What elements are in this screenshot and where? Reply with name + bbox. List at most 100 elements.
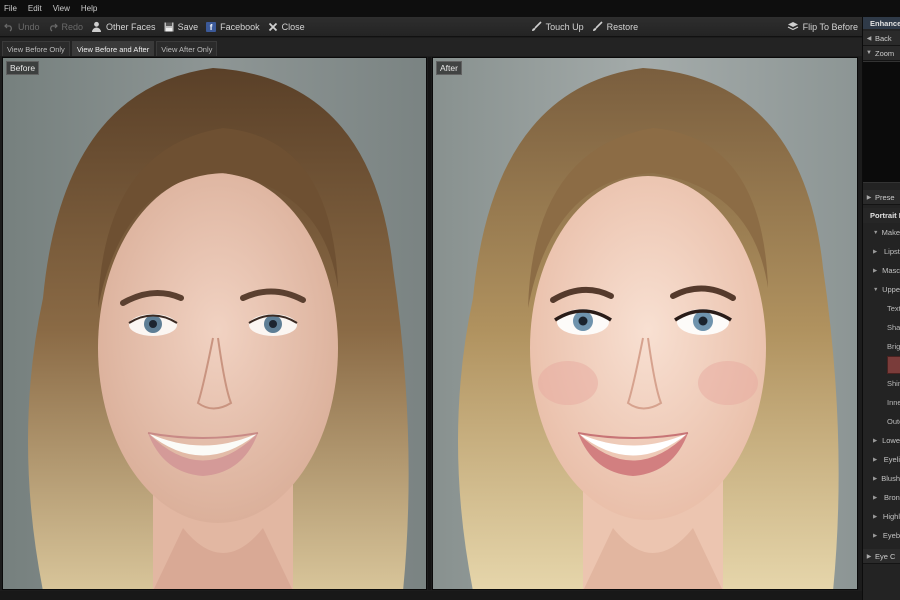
- zoom-label: Zoom: [875, 48, 895, 58]
- expand-down-icon-3: ▼: [873, 286, 879, 293]
- sidebar-item-eyeliner[interactable]: ▶ Eyeli: [863, 450, 900, 469]
- redo-button[interactable]: Redo: [44, 17, 88, 37]
- back-button[interactable]: ◀ Back: [863, 31, 900, 46]
- expand-right-icon: ▶: [866, 194, 872, 201]
- tab-before-and-after[interactable]: View Before and After: [71, 41, 155, 56]
- zoom-section-toggle[interactable]: ▼ Zoom: [863, 46, 900, 61]
- sidebar-sub-brightness[interactable]: Brigh: [863, 337, 900, 356]
- makeup-label: Make: [881, 228, 900, 237]
- after-photo-panel[interactable]: After: [432, 57, 858, 590]
- redo-label: Redo: [61, 21, 84, 32]
- sidebar-sub-inner[interactable]: Inne: [863, 393, 900, 412]
- presets-section-toggle[interactable]: ▶ Prese: [863, 190, 900, 205]
- expand-right-icon-3: ▶: [873, 437, 878, 444]
- flip-label: Flip To Before: [802, 21, 858, 32]
- sidebar-item-highlight[interactable]: ▶ Highl: [863, 507, 900, 526]
- tab-before-only[interactable]: View Before Only: [2, 41, 70, 56]
- redo-icon: [49, 23, 58, 31]
- before-label: Before: [6, 61, 40, 75]
- menu-help[interactable]: Help: [81, 4, 97, 13]
- sidebar-item-label: Highl: [882, 512, 900, 521]
- sidebar-item-label: Eyeb: [882, 531, 900, 540]
- facebook-icon: f: [206, 21, 217, 32]
- floppy-icon: [164, 22, 174, 31]
- sidebar-item-label: Uppe: [882, 285, 900, 294]
- toolbar: Undo Redo Other Faces Save f Facebook Cl…: [0, 17, 862, 37]
- close-label: Close: [281, 21, 305, 32]
- panel-divider[interactable]: [428, 57, 431, 590]
- sidebar-sub-shape[interactable]: Shap: [863, 318, 900, 337]
- sidebar-item-mascara[interactable]: ▶ Masc: [863, 261, 900, 280]
- undo-label: Undo: [18, 21, 40, 32]
- after-portrait-image: [433, 58, 857, 589]
- enhance-header: Enhance: [863, 17, 900, 29]
- app-window: File Edit View Help Undo Redo Other Face…: [0, 0, 900, 600]
- tab-after-only[interactable]: View After Only: [156, 41, 218, 56]
- close-button[interactable]: Close: [264, 17, 309, 37]
- sidebar-item-eyebrow[interactable]: ▶ Eyeb: [863, 526, 900, 545]
- restore-brush-icon: [592, 21, 603, 31]
- status-strip: [0, 591, 862, 600]
- right-sidebar: Enhance ◀ Back ▼ Zoom ▶ Prese Portrait I…: [862, 17, 900, 600]
- sidebar-sub-outer[interactable]: Oute: [863, 412, 900, 431]
- facebook-label: Facebook: [220, 21, 260, 32]
- touch-up-label: Touch Up: [545, 21, 584, 32]
- expand-right-icon-2: ▶: [873, 267, 878, 274]
- restore-button[interactable]: Restore: [588, 17, 643, 37]
- sidebar-item-blush[interactable]: ▶ Blush: [863, 469, 900, 488]
- before-photo-panel[interactable]: Before: [2, 57, 427, 590]
- undo-button[interactable]: Undo: [0, 17, 44, 37]
- back-label: Back: [875, 33, 892, 43]
- expand-right-icon-6: ▶: [873, 494, 878, 501]
- expand-right-icon-5: ▶: [873, 475, 878, 482]
- sidebar-item-upper[interactable]: ▼ Uppe: [863, 280, 900, 299]
- sidebar-item-label: Lowe: [882, 436, 900, 445]
- zoom-preview[interactable]: [863, 61, 900, 183]
- makeup-section[interactable]: ▼ Make: [863, 223, 900, 242]
- sidebar-sub-texture[interactable]: Textu: [863, 299, 900, 318]
- menu-edit[interactable]: Edit: [28, 4, 42, 13]
- sidebar-item-label: Eyeli: [883, 455, 900, 464]
- expand-down-icon-2: ▼: [873, 229, 879, 236]
- other-faces-button[interactable]: Other Faces: [87, 17, 160, 37]
- sidebar-item-label: Lipst: [884, 247, 900, 256]
- restore-label: Restore: [606, 21, 639, 32]
- close-icon: [268, 22, 277, 31]
- view-tab-bar: View Before Only View Before and After V…: [0, 38, 862, 56]
- sidebar-sub-shine[interactable]: Shini: [863, 374, 900, 393]
- sidebar-item-bronzer[interactable]: ▶ Bron: [863, 488, 900, 507]
- flip-to-before-button[interactable]: Flip To Before: [783, 17, 862, 37]
- brush-icon: [531, 21, 542, 31]
- menu-bar: File Edit View Help: [0, 0, 900, 17]
- expand-right-icon-9: ▶: [866, 553, 872, 560]
- person-icon: [92, 21, 102, 32]
- portrait-header: Portrait I: [863, 208, 900, 223]
- eye-color-section-toggle[interactable]: ▶ Eye C: [863, 549, 900, 564]
- after-label: After: [436, 61, 462, 75]
- sidebar-item-lipstick[interactable]: ▶ Lipst: [863, 242, 900, 261]
- sidebar-item-label: Blush: [881, 474, 900, 483]
- eye-color-label: Eye C: [875, 551, 896, 561]
- save-label: Save: [177, 21, 199, 32]
- back-arrow-icon: ◀: [866, 35, 872, 42]
- expand-right-icon-4: ▶: [873, 456, 878, 463]
- save-button[interactable]: Save: [160, 17, 203, 37]
- undo-icon: [4, 23, 12, 31]
- other-faces-label: Other Faces: [106, 21, 156, 32]
- expand-right-icon-8: ▶: [873, 532, 878, 539]
- expand-right-icon-7: ▶: [873, 513, 878, 520]
- expand-down-icon: ▼: [866, 50, 872, 56]
- sidebar-item-label: Masc: [882, 266, 900, 275]
- color-swatch[interactable]: [887, 356, 900, 374]
- touch-up-button[interactable]: Touch Up: [527, 17, 588, 37]
- sidebar-item-lower[interactable]: ▶ Lowe: [863, 431, 900, 450]
- facebook-button[interactable]: f Facebook: [202, 17, 264, 37]
- menu-view[interactable]: View: [53, 4, 70, 13]
- before-portrait-image: [3, 58, 426, 589]
- sidebar-item-label: Bron: [884, 493, 900, 502]
- presets-label: Prese: [875, 192, 895, 202]
- expand-right-icon-1: ▶: [873, 248, 878, 255]
- menu-file[interactable]: File: [4, 4, 17, 13]
- layers-icon: [787, 22, 798, 31]
